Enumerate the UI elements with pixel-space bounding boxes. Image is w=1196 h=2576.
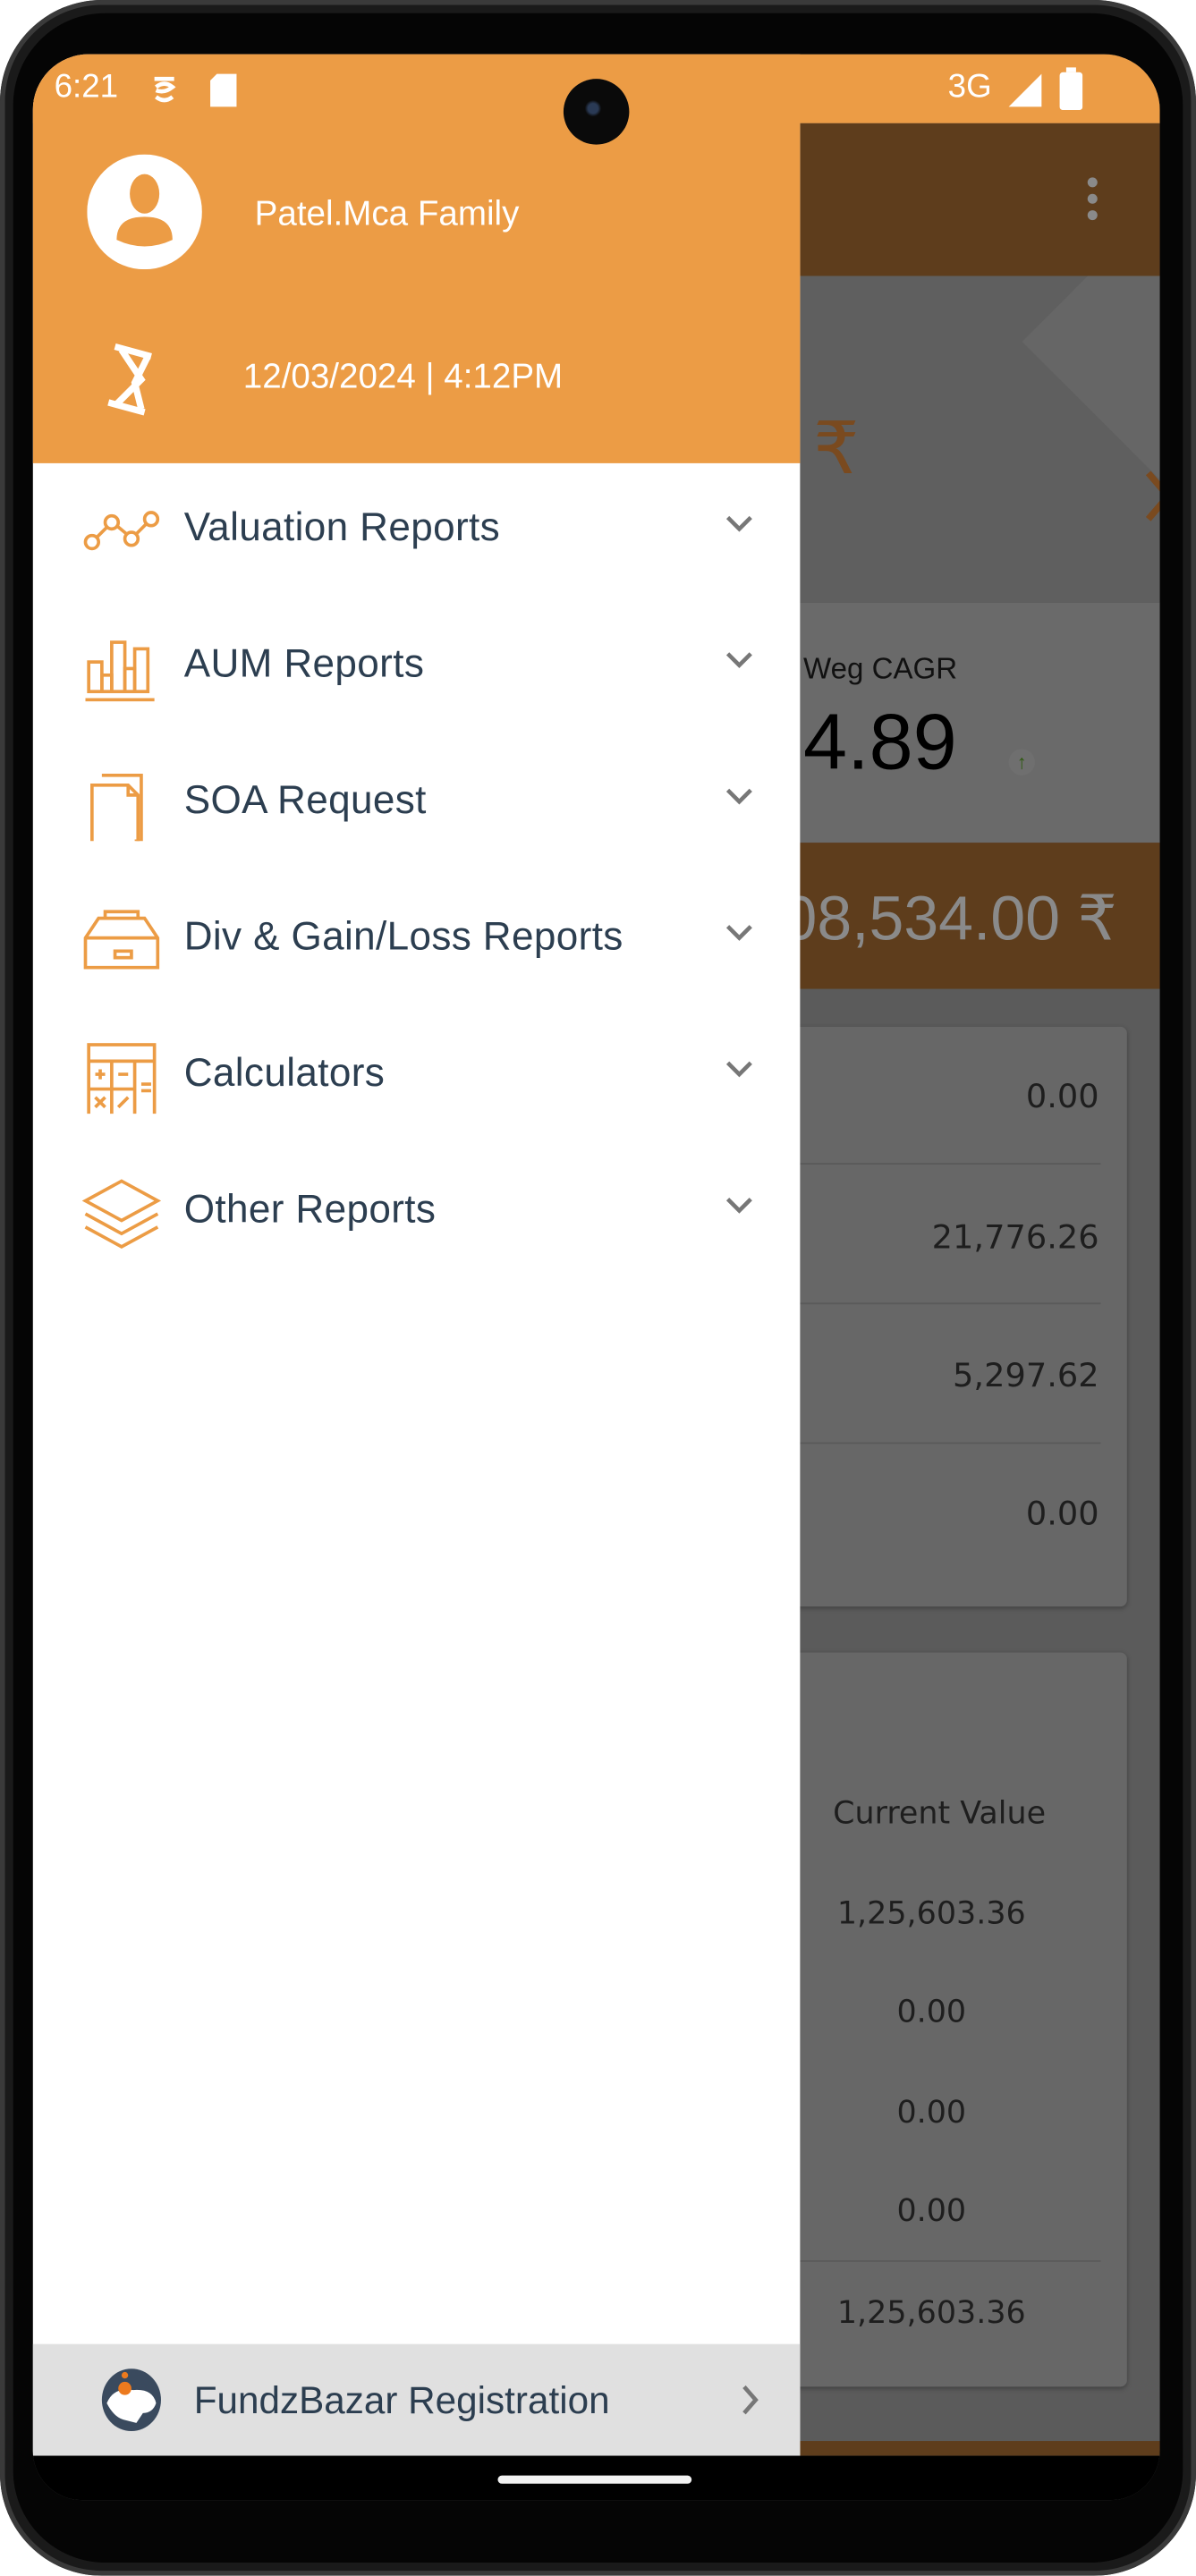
menu-item-aum-reports[interactable]: AUM Reports xyxy=(33,599,801,735)
summary-value: 0.00 xyxy=(1025,1075,1099,1115)
chevron-right-icon[interactable] xyxy=(1141,468,1160,523)
fundzbazar-logo-icon xyxy=(101,2368,161,2432)
trend-line-icon xyxy=(83,511,160,551)
arrow-up-icon: ↑ xyxy=(1008,749,1035,775)
menu-item-label: SOA Request xyxy=(183,778,427,824)
table-cell: 0.00 xyxy=(896,1994,967,2030)
summary-value: 5,297.62 xyxy=(953,1355,1099,1395)
last-updated-datetime: 12/03/2024 | 4:12PM xyxy=(242,358,564,396)
menu-item-valuation-reports[interactable]: Valuation Reports xyxy=(33,463,801,599)
menu-item-label: Valuation Reports xyxy=(183,505,501,551)
menu-item-soa-request[interactable]: SOA Request xyxy=(33,736,801,872)
column-header-current-value: Current Value xyxy=(833,1795,1047,1832)
cagr-panel: Weg CAGR 4.89 ↑ xyxy=(800,602,1160,843)
menu-item-calculators[interactable]: Calculators xyxy=(33,1009,801,1145)
notification-app-icon xyxy=(154,76,176,103)
hourglass-icon xyxy=(107,343,152,416)
divider xyxy=(755,1163,1101,1165)
table-cell: 0.00 xyxy=(896,2094,967,2131)
menu-item-div-gain-loss-reports[interactable]: Div & Gain/Loss Reports xyxy=(33,872,801,1008)
bottom-bar xyxy=(800,2441,1160,2456)
chevron-right-icon xyxy=(742,2385,759,2415)
summary-value: 21,776.26 xyxy=(931,1216,1099,1257)
screen: ₹ Weg CAGR 4.89 ↑ 08,534.00 ₹ 0.00 21,77… xyxy=(32,54,1160,2501)
chevron-down-icon[interactable] xyxy=(723,648,756,672)
menu-item-label: Calculators xyxy=(183,1051,386,1096)
signal-icon xyxy=(1008,73,1042,107)
user-name: Patel.Mca Family xyxy=(254,195,520,233)
sd-card-icon xyxy=(210,73,237,107)
battery-icon xyxy=(1059,67,1083,111)
chevron-down-icon[interactable] xyxy=(723,513,756,536)
table-cell: 1,25,603.36 xyxy=(836,1895,1026,1932)
menu-item-label: AUM Reports xyxy=(183,642,425,687)
chevron-down-icon[interactable] xyxy=(723,921,756,945)
home-gesture-handle[interactable] xyxy=(497,2475,692,2484)
holdings-card: Current Value 1,25,603.36 0.00 0.00 0.00… xyxy=(755,1652,1127,2387)
more-options-icon[interactable] xyxy=(1087,177,1101,226)
summary-card: 0.00 21,776.26 5,297.62 0.00 xyxy=(755,1026,1127,1607)
divider xyxy=(755,1302,1101,1305)
chevron-down-icon[interactable] xyxy=(723,785,756,809)
fundzbazar-registration-label: FundzBazar Registration xyxy=(193,2378,610,2422)
chevron-down-icon[interactable] xyxy=(723,1194,756,1217)
inbox-tray-icon xyxy=(83,910,160,970)
cagr-label: Weg CAGR xyxy=(803,652,958,685)
summary-value: 0.00 xyxy=(1025,1493,1099,1533)
rupee-icon: ₹ xyxy=(813,407,860,492)
divider xyxy=(755,1442,1101,1445)
menu-item-label: Other Reports xyxy=(183,1187,437,1233)
documents-icon xyxy=(90,773,143,842)
next-slide-shape xyxy=(1022,275,1160,481)
avatar-icon xyxy=(87,154,202,270)
fundzbazar-registration-item[interactable]: FundzBazar Registration xyxy=(32,2343,801,2456)
total-value: 08,534.00 ₹ xyxy=(800,885,1117,955)
layers-icon xyxy=(81,1179,161,1249)
front-camera xyxy=(563,79,630,145)
chevron-down-icon[interactable] xyxy=(723,1058,756,1081)
total-value-strip: 08,534.00 ₹ xyxy=(800,843,1160,989)
divider xyxy=(755,2260,1101,2262)
menu-item-label: Div & Gain/Loss Reports xyxy=(183,914,623,960)
status-time: 6:21 xyxy=(54,69,119,106)
menu-item-other-reports[interactable]: Other Reports xyxy=(33,1145,801,1281)
calculator-icon xyxy=(87,1043,157,1114)
bar-chart-icon xyxy=(85,640,155,702)
portfolio-banner: ₹ xyxy=(800,275,1160,603)
table-cell: 0.00 xyxy=(896,2192,967,2230)
cagr-value: 4.89 xyxy=(803,699,957,787)
navigation-drawer: Patel.Mca Family 12/03/2024 | 4:12PM Val… xyxy=(32,54,801,2456)
app-bar xyxy=(800,123,1160,276)
network-type: 3G xyxy=(947,69,992,106)
table-total: 1,25,603.36 xyxy=(836,2294,1026,2331)
